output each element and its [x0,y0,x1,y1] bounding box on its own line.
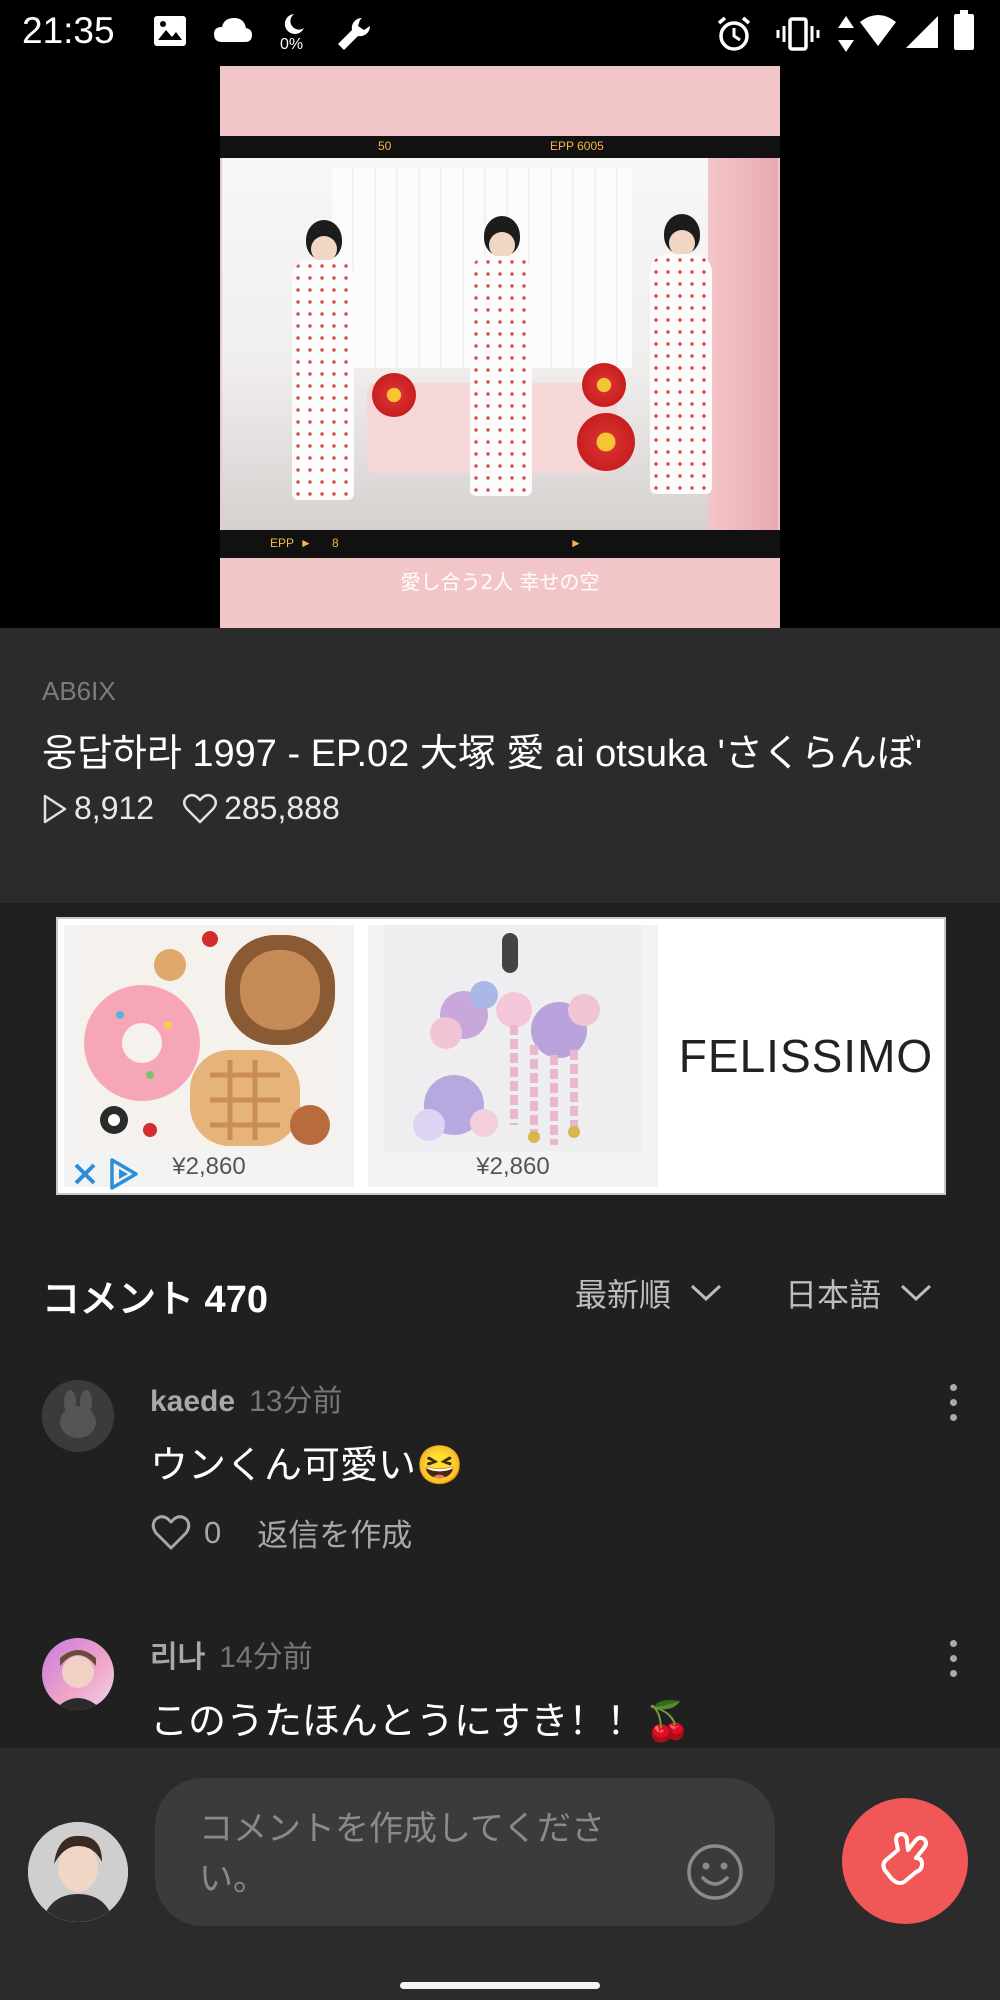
flower-balloon [582,363,626,407]
comment-time: 13分前 [249,1385,343,1418]
ad-product-card[interactable]: ¥2,860 [368,925,658,1187]
my-profile-photo [28,1822,128,1922]
comment-time: 14分前 [219,1641,313,1674]
vibrate-icon [776,17,820,51]
cloud-icon [214,18,252,42]
comment-more-icon[interactable] [950,1384,958,1429]
video-thumbnail[interactable]: 50 EPP 6005 EPP ► 8 ► 愛し合う2人 幸せの空 [220,66,780,628]
sort-label: 最新順 [575,1277,672,1313]
signal-icon [906,16,938,48]
comment-more-icon[interactable] [950,1640,958,1685]
comment-meta: kaede 13分前 [150,1376,342,1420]
comment-text: このうたほんとうにすき！！🍒 [150,1701,692,1743]
comment-input-placeholder: コメントを作成してください。 [199,1810,605,1898]
moon-icon [284,14,304,34]
ad-section: ¥2,860 ¥2,860 FELISSIMO [0,903,1000,1208]
play-count: 8,912 [74,790,155,826]
default-bunny-avatar-icon [60,1390,96,1438]
data-arrows-icon [838,16,854,52]
film-label-code: EPP 6005 [550,139,604,153]
film-arrow: ► [300,536,312,550]
comment-actions: 0 返信を作成 [150,1510,412,1555]
comment-like-count: 0 [204,1514,222,1550]
artist-name[interactable]: AB6IX [42,676,116,707]
sort-dropdown[interactable]: 最新順 [575,1270,723,1316]
alarm-icon [717,16,751,51]
member-left [284,220,362,520]
comment-text: ウンくん可愛い😆 [150,1445,464,1487]
member-center [462,216,540,516]
home-indicator[interactable] [400,1982,600,1989]
adchoices-icon[interactable] [106,1157,140,1191]
video-stats: 8,912 285,888 [42,790,368,827]
video-player[interactable]: 50 EPP 6005 EPP ► 8 ► 愛し合う2人 幸せの空 [0,66,1000,628]
brand-name: FELISSIMO [678,1030,934,1082]
film-label-number: 8 [332,536,339,550]
wrench-icon [338,17,371,51]
avatar[interactable] [42,1380,114,1452]
chevron-down-icon [690,1284,722,1302]
status-bar: 21:35 0% [0,0,1000,66]
moon-percent: 0% [280,36,304,53]
comments-section: コメント 470 最新順 日本語 kaede 13分前 ウンくん可愛い😆 0 返信… [0,1208,1000,1748]
profile-photo [54,1650,102,1710]
language-dropdown[interactable]: 日本語 [785,1270,933,1316]
my-avatar[interactable] [28,1822,128,1922]
ad-brand-logo[interactable]: FELISSIMO [668,919,944,1193]
ad-controls [72,1157,140,1191]
video-info: AB6IX 웅답하라 1997 - EP.02 大塚 愛 ai otsuka '… [0,628,1000,903]
poster-caption: 愛し合う2人 幸せの空 [400,570,600,594]
wifi-icon [860,15,896,46]
comments-header: コメント 470 [42,1279,268,1321]
play-count-icon [43,794,67,823]
sweets-coin-purses-image [80,925,338,1151]
status-time: 21:35 [22,10,115,51]
close-icon[interactable] [72,1161,98,1187]
battery-icon [954,10,974,50]
ad-product-card[interactable]: ¥2,860 [64,925,354,1190]
comment-meta: 리나 14分前 [150,1632,313,1676]
language-label: 日本語 [785,1277,882,1313]
like-count-icon [183,793,218,823]
comment-composer: コメントを作成してください。 [0,1748,1000,2000]
photo-three-members [222,158,778,530]
video-title[interactable]: 웅답하라 1997 - EP.02 大塚 愛 ai otsuka 'さくらんぼ' [42,722,942,777]
ad-banner[interactable]: ¥2,860 ¥2,860 FELISSIMO [56,917,946,1195]
heart-outline-icon[interactable] [150,1514,192,1552]
comment-username[interactable]: 리나 [150,1641,205,1674]
comment-username[interactable]: kaede [150,1385,235,1418]
film-arrow: ► [570,536,582,550]
ad-product-price: ¥2,860 [476,1153,550,1180]
finger-heart-icon [881,1832,928,1885]
comment-input[interactable]: コメントを作成してください。 [155,1778,775,1926]
chevron-down-icon [900,1284,932,1302]
film-label-epp: EPP [270,536,295,550]
film-label-frame: 50 [378,139,392,153]
flower-hairpins-image [384,925,642,1151]
film-strip-top: 50 EPP 6005 [220,136,780,158]
reply-button[interactable]: 返信を作成 [257,1510,412,1555]
flower-balloon [372,373,416,417]
like-count: 285,888 [224,790,340,826]
member-right [642,214,720,514]
smiley-icon[interactable] [685,1842,745,1902]
flower-balloon [577,413,635,471]
finger-heart-button[interactable] [842,1798,968,1924]
image-icon [154,16,186,46]
avatar[interactable] [42,1638,114,1710]
film-strip-bottom: EPP ► 8 ► [220,530,780,558]
